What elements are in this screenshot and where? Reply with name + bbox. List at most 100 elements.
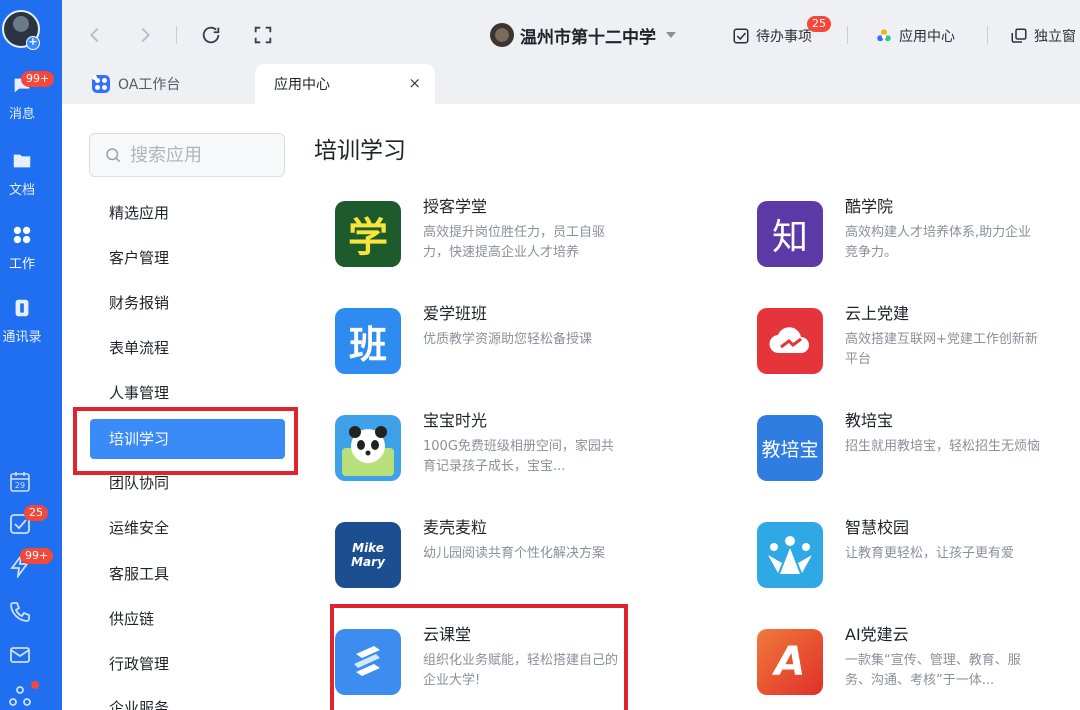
todo-icon bbox=[733, 28, 749, 44]
section-title: 培训学习 bbox=[314, 138, 406, 164]
cloud-icon bbox=[757, 308, 823, 374]
tab-bar: OA工作台 应用中心 × bbox=[62, 64, 1080, 104]
rail-item-label: 文档 bbox=[8, 183, 35, 198]
app-center-icon bbox=[877, 29, 891, 42]
app-icon-zhi: 知 bbox=[757, 201, 823, 267]
app-desc: 高效构建人才培养体系,助力企业竞争力。 bbox=[845, 225, 1032, 260]
highlight-box bbox=[73, 407, 298, 475]
forward-icon[interactable] bbox=[134, 24, 156, 46]
phone-icon[interactable] bbox=[8, 600, 36, 626]
tab-label: OA工作台 bbox=[118, 77, 181, 93]
category-item[interactable]: 团队协同 bbox=[109, 472, 169, 494]
category-item[interactable]: 企业服务 bbox=[109, 697, 169, 710]
app-desc: 高效提升岗位胜任力，员工自驱力，快速提高企业人才培养 bbox=[423, 225, 606, 260]
app-name: 爱学班班 bbox=[423, 304, 488, 323]
calendar-icon[interactable]: 29 bbox=[8, 470, 36, 496]
folder-icon bbox=[13, 154, 31, 168]
app-desc: 一款集“宣传、管理、教育、服务、沟通、考核”于一体... bbox=[845, 653, 1021, 688]
left-rail: + 消息 99+ 文档 工作 通讯录 29 25 99+ bbox=[0, 0, 62, 710]
people-icon bbox=[757, 522, 823, 588]
rail-item-label: 工作 bbox=[8, 257, 35, 272]
school-name: 温州市第十二中学 bbox=[520, 27, 656, 48]
app-card-maikemaili[interactable]: Mike Mary 麦壳麦粒 幼儿园阅读共育个性化解决方案 bbox=[335, 518, 645, 602]
search-box[interactable] bbox=[89, 133, 285, 177]
app-center-button[interactable]: 应用中心 bbox=[875, 24, 955, 48]
back-icon[interactable] bbox=[84, 24, 106, 46]
category-item[interactable]: 客服工具 bbox=[109, 563, 169, 585]
add-icon[interactable]: + bbox=[26, 36, 40, 50]
app-card-baobao[interactable]: 宝宝时光 100G免费班级相册空间，家园共育记录孩子成长，宝宝... bbox=[335, 411, 645, 495]
standalone-window-label: 独立窗 bbox=[1034, 29, 1076, 45]
mail-icon[interactable] bbox=[8, 643, 36, 669]
messages-badge: 99+ bbox=[21, 71, 55, 87]
app-name: 云上党建 bbox=[845, 304, 910, 323]
category-item[interactable]: 表单流程 bbox=[109, 337, 169, 359]
app-name: 酷学院 bbox=[845, 197, 894, 216]
window-icon bbox=[1011, 28, 1027, 43]
app-desc: 让教育更轻松，让孩子更有爱 bbox=[845, 546, 1015, 561]
divider bbox=[847, 26, 848, 44]
app-icon-a: A bbox=[757, 629, 823, 695]
todo-count-badge: 25 bbox=[807, 16, 831, 32]
search-icon bbox=[106, 148, 121, 163]
svg-text:29: 29 bbox=[15, 481, 25, 490]
search-input[interactable] bbox=[130, 144, 280, 166]
notify-badge: 99+ bbox=[20, 548, 54, 564]
app-desc: 优质教学资源助您轻松备授课 bbox=[423, 332, 593, 347]
tab-label: 应用中心 bbox=[274, 77, 330, 93]
category-item[interactable]: 财务报销 bbox=[109, 292, 169, 314]
rail-item-contacts[interactable]: 通讯录 bbox=[0, 297, 44, 345]
school-logo bbox=[490, 23, 514, 47]
todo-badge: 25 bbox=[24, 505, 48, 521]
rail-item-label: 通讯录 bbox=[2, 330, 42, 345]
todo-button[interactable]: 待办事项 bbox=[732, 24, 812, 48]
app-name: 麦壳麦粒 bbox=[423, 518, 488, 537]
category-item[interactable]: 行政管理 bbox=[109, 653, 169, 675]
divider bbox=[176, 26, 177, 44]
panda-icon bbox=[335, 415, 401, 481]
app-card-jiaopeibao[interactable]: 教培宝 教培宝 招生就用教培宝，轻松招生无烦恼 bbox=[757, 411, 1067, 495]
rail-item-docs[interactable]: 文档 bbox=[0, 150, 44, 198]
app-card-yunshang-dangjian[interactable]: 云上党建 高效搭建互联网+党建工作创新新平台 bbox=[757, 304, 1067, 388]
category-item[interactable]: 人事管理 bbox=[109, 382, 169, 404]
grid-icon bbox=[13, 226, 31, 244]
app-icon-ban: 班 bbox=[335, 308, 401, 374]
app-card-aixue[interactable]: 班 爱学班班 优质教学资源助您轻松备授课 bbox=[335, 304, 645, 388]
app-desc: 100G免费班级相册空间，家园共育记录孩子成长，宝宝... bbox=[423, 439, 614, 474]
contacts-icon bbox=[15, 299, 29, 317]
rail-item-work[interactable]: 工作 bbox=[0, 224, 44, 272]
organization-switcher[interactable]: 温州市第十二中学 bbox=[490, 22, 676, 48]
divider bbox=[987, 26, 988, 44]
refresh-icon[interactable] bbox=[200, 24, 222, 46]
todo-label: 待办事项 bbox=[756, 29, 812, 45]
app-center-label: 应用中心 bbox=[899, 29, 955, 45]
app-card-kuxueyuan[interactable]: 知 酷学院 高效构建人才培养体系,助力企业竞争力。 bbox=[757, 197, 1067, 281]
tab-app-center[interactable]: 应用中心 × bbox=[255, 64, 435, 104]
app-name: 教培宝 bbox=[845, 411, 894, 430]
workbench-icon bbox=[92, 75, 110, 93]
app-card-shouke[interactable]: 学 授客学堂 高效提升岗位胜任力，员工自驱力，快速提高企业人才培养 bbox=[335, 197, 645, 281]
app-name: 智慧校园 bbox=[845, 518, 910, 537]
app-name: 授客学堂 bbox=[423, 197, 488, 216]
app-card-ai-dangjianyun[interactable]: A AI党建云 一款集“宣传、管理、教育、服务、沟通、考核”于一体... bbox=[757, 625, 1067, 709]
chevron-down-icon bbox=[666, 32, 676, 38]
red-dot bbox=[31, 681, 39, 689]
tab-oa-workbench[interactable]: OA工作台 bbox=[92, 64, 252, 104]
app-card-zhihui-xiaoyuan[interactable]: 智慧校园 让教育更轻松，让孩子更有爱 bbox=[757, 518, 1067, 602]
highlight-box bbox=[330, 604, 628, 710]
category-item[interactable]: 客户管理 bbox=[109, 247, 169, 269]
app-icon-jiaopeibao: 教培宝 bbox=[757, 415, 823, 481]
app-name: 宝宝时光 bbox=[423, 411, 488, 430]
app-desc: 高效搭建互联网+党建工作创新新平台 bbox=[845, 332, 1038, 367]
app-icon-xue: 学 bbox=[335, 201, 401, 267]
app-desc: 招生就用教培宝，轻松招生无烦恼 bbox=[845, 439, 1041, 454]
app-icon-mike-mary: Mike Mary bbox=[335, 522, 401, 588]
standalone-window-button[interactable]: 独立窗 bbox=[1010, 24, 1076, 48]
category-item[interactable]: 精选应用 bbox=[109, 202, 169, 224]
category-item[interactable]: 供应链 bbox=[109, 608, 154, 630]
rail-item-label: 消息 bbox=[8, 107, 35, 122]
close-icon[interactable]: × bbox=[408, 74, 421, 92]
category-item[interactable]: 运维安全 bbox=[109, 517, 169, 539]
top-bar: 温州市第十二中学 待办事项 25 应用中心 独立窗 bbox=[62, 0, 1080, 64]
fullscreen-icon[interactable] bbox=[252, 24, 274, 46]
